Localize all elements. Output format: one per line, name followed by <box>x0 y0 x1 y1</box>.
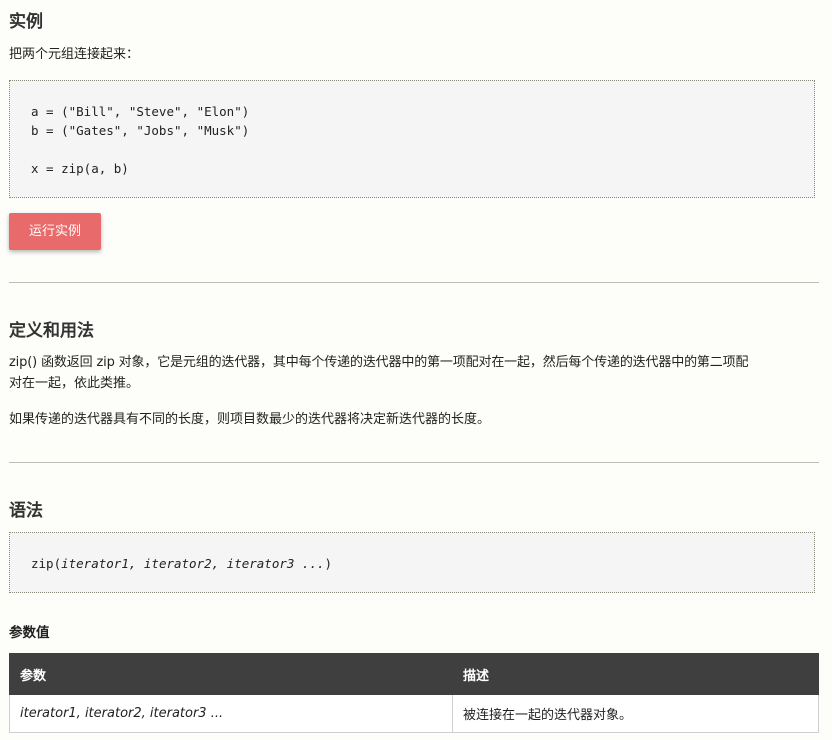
example-code-block: a = ("Bill", "Steve", "Elon") b = ("Gate… <box>9 80 815 198</box>
parameters-heading: 参数值 <box>9 625 50 641</box>
run-example-button[interactable]: 运行实例 <box>9 213 101 250</box>
param-cell: iterator1, iterator2, iterator3 ... <box>9 694 453 733</box>
definition-para1-line2: 对在一起，依此类推。 <box>9 376 140 391</box>
divider <box>9 282 819 283</box>
code-line: a = ("Bill", "Steve", "Elon") <box>31 104 250 119</box>
table-header-row: 参数 描述 <box>9 653 819 695</box>
column-header-param: 参数 <box>9 653 453 695</box>
example-heading: 实例 <box>9 12 43 32</box>
definition-heading: 定义和用法 <box>9 321 94 341</box>
definition-para2: 如果传递的迭代器具有不同的长度，则项目数最少的迭代器将决定新迭代器的长度。 <box>9 412 491 427</box>
parameters-table: 参数 描述 iterator1, iterator2, iterator3 ..… <box>9 653 819 733</box>
column-header-desc: 描述 <box>452 653 819 695</box>
syntax-code-line: zip(iterator1, iterator2, iterator3 ...) <box>31 554 814 573</box>
desc-cell: 被连接在一起的迭代器对象。 <box>452 694 819 733</box>
divider <box>9 462 819 463</box>
syntax-code-prefix: zip( <box>31 556 62 571</box>
code-line: b = ("Gates", "Jobs", "Musk") <box>31 123 250 138</box>
table-row: iterator1, iterator2, iterator3 ... 被连接在… <box>9 694 819 733</box>
definition-para1-line1: zip() 函数返回 zip 对象，它是元组的迭代器，其中每个传递的迭代器中的第… <box>9 355 749 370</box>
syntax-heading: 语法 <box>9 501 43 521</box>
syntax-code-params: iterator1, iterator2, iterator3 ... <box>61 556 325 571</box>
syntax-code-suffix: ) <box>324 556 333 571</box>
code-line: x = zip(a, b) <box>31 161 129 176</box>
syntax-code-block: zip(iterator1, iterator2, iterator3 ...) <box>9 532 815 593</box>
page: 实例 把两个元组连接起来： a = ("Bill", "Steve", "Elo… <box>0 0 832 740</box>
example-intro: 把两个元组连接起来： <box>9 47 140 62</box>
